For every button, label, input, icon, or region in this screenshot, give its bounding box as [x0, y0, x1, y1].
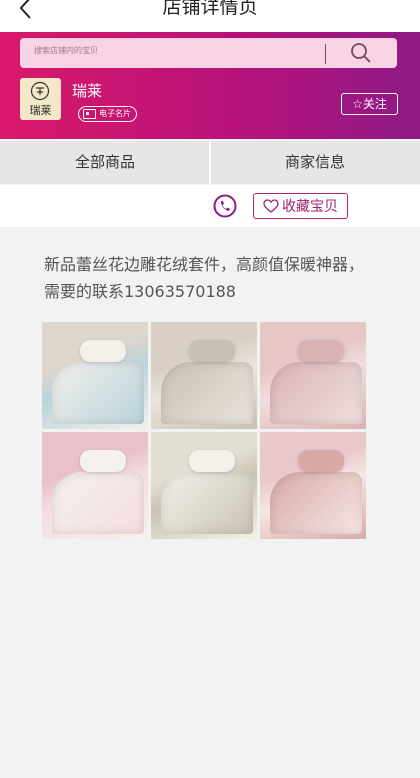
- shop-tabs: 全部商品 商家信息: [0, 141, 420, 184]
- follow-label: ☆关注: [352, 97, 387, 111]
- pillow-shape: [189, 340, 235, 362]
- blanket-shape: [52, 472, 144, 534]
- pillow-shape: [189, 450, 235, 472]
- id-card-icon: [83, 109, 96, 119]
- action-row: 收藏宝贝: [0, 185, 420, 227]
- blanket-shape: [270, 472, 362, 534]
- search-icon[interactable]: [349, 41, 373, 65]
- shop-name: 瑞莱: [72, 82, 103, 100]
- tab-all-products[interactable]: 全部商品: [0, 141, 210, 184]
- logo-text: 瑞莱: [29, 104, 52, 117]
- tab-divider: [209, 141, 211, 184]
- pillow-shape: [298, 340, 344, 362]
- blanket-shape: [161, 472, 253, 534]
- bedding-photo-5[interactable]: [151, 432, 257, 539]
- follow-button[interactable]: ☆关注: [341, 93, 398, 115]
- product-description: 新品蕾丝花边雕花绒套件，高颜值保暖神器，需要的联系13063570188: [44, 255, 365, 301]
- bedding-photo-4[interactable]: [42, 432, 148, 539]
- page-title: 店铺详情页: [162, 0, 258, 18]
- shop-logo: 瑞莱: [20, 78, 61, 120]
- bedding-photo-3[interactable]: [260, 322, 366, 429]
- blanket-shape: [52, 362, 144, 424]
- shop-header: 搜索店铺内的宝贝 瑞莱 瑞莱 电子名片 ☆关注: [0, 32, 420, 139]
- bedding-photo-1[interactable]: [42, 322, 148, 429]
- favorite-button[interactable]: 收藏宝贝: [253, 193, 348, 219]
- bedding-photo-6[interactable]: [260, 432, 366, 539]
- search-divider: [325, 44, 326, 64]
- pillow-shape: [80, 340, 126, 362]
- heart-icon: [263, 199, 279, 213]
- search-bar[interactable]: 搜索店铺内的宝贝: [20, 38, 397, 68]
- blanket-shape: [270, 362, 362, 424]
- logo-mark-icon: [30, 81, 50, 101]
- favorite-label: 收藏宝贝: [282, 199, 338, 215]
- blanket-shape: [161, 362, 253, 424]
- bedding-photo-2[interactable]: [151, 322, 257, 429]
- top-bar: 店铺详情页: [0, 0, 420, 32]
- pillow-shape: [80, 450, 126, 472]
- phone-icon[interactable]: [213, 194, 237, 218]
- tab-merchant-info[interactable]: 商家信息: [210, 141, 420, 184]
- search-input[interactable]: 搜索店铺内的宝贝: [34, 45, 98, 56]
- business-card-button[interactable]: 电子名片: [78, 106, 137, 122]
- business-card-label: 电子名片: [99, 109, 131, 118]
- photo-grid: [42, 322, 366, 539]
- pillow-shape: [298, 450, 344, 472]
